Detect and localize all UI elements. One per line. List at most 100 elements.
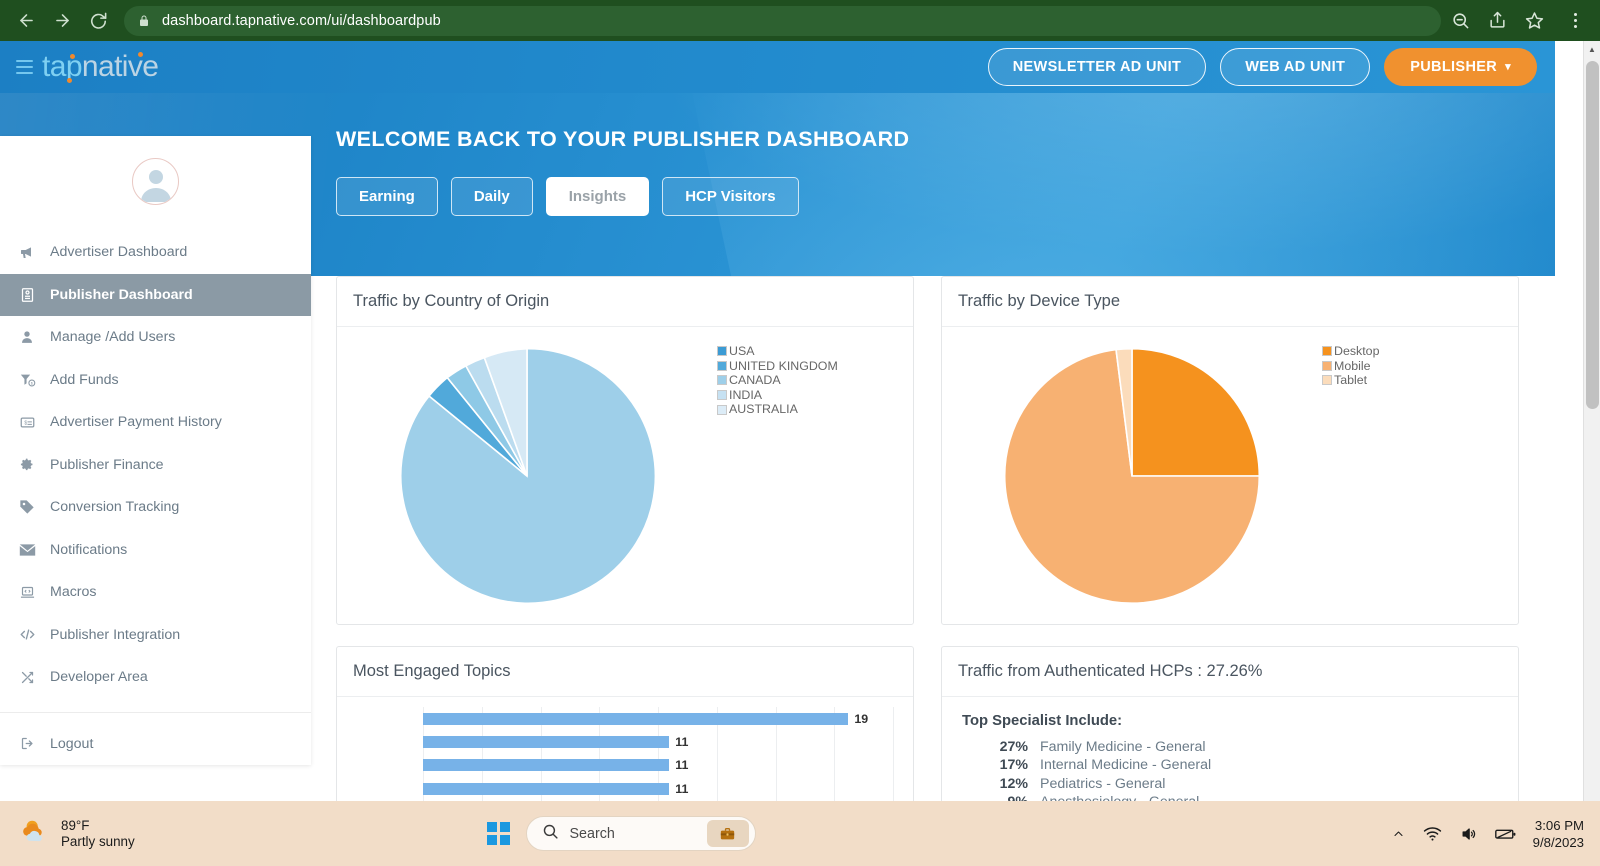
tag-icon xyxy=(14,499,40,515)
sidebar-item-label: Notifications xyxy=(50,541,128,558)
card-title: Traffic from Authenticated HCPs : 27.26% xyxy=(942,647,1518,697)
star-icon[interactable] xyxy=(1525,11,1544,30)
scrollbar-thumb[interactable] xyxy=(1586,61,1599,409)
sidebar-item-notifications[interactable]: Notifications xyxy=(0,529,311,572)
tapnative-logo[interactable]: tapnative xyxy=(0,52,159,83)
sidebar-item-macros[interactable]: Macros xyxy=(0,571,311,614)
legend-item[interactable]: USA xyxy=(717,344,913,359)
legend-item[interactable]: Tablet xyxy=(1322,373,1518,388)
hcp-name: Anesthesiology - General xyxy=(1040,793,1199,801)
legend-swatch xyxy=(1322,360,1332,371)
legend-item[interactable]: Desktop xyxy=(1322,344,1518,359)
weather-widget[interactable]: 89°F Partly sunny xyxy=(0,817,135,850)
publisher-menu-button[interactable]: PUBLISHER ▾ xyxy=(1384,48,1537,86)
bar-value: 11 xyxy=(675,735,689,750)
weather-condition: Partly sunny xyxy=(61,833,135,849)
tab-insights[interactable]: Insights xyxy=(545,177,650,216)
tab-daily[interactable]: Daily xyxy=(450,177,533,216)
card-title: Traffic by Device Type xyxy=(942,277,1518,327)
sidebar-item-label: Conversion Tracking xyxy=(50,499,180,516)
hcp-body: Top Specialist Include: 27% Family Medici… xyxy=(942,697,1518,801)
clock[interactable]: 3:06 PM 9/8/2023 xyxy=(1533,817,1584,851)
laptop-code-icon xyxy=(14,585,40,600)
megaphone-icon xyxy=(14,244,40,260)
reload-icon[interactable] xyxy=(82,5,114,37)
search-placeholder: Search xyxy=(569,825,615,842)
card-traffic-by-country: Traffic by Country of Origin USA UNITED … xyxy=(336,276,914,625)
search-input[interactable]: Search xyxy=(525,816,756,851)
device-pie-chart[interactable] xyxy=(998,342,1266,610)
bar-row[interactable]: 11 xyxy=(423,777,893,800)
zoom-out-icon[interactable] xyxy=(1451,11,1470,30)
sidebar-item-conversion-tracking[interactable]: Conversion Tracking xyxy=(0,486,311,529)
newsletter-ad-unit-button[interactable]: NEWSLETTER AD UNIT xyxy=(987,48,1207,86)
bar-row[interactable]: 11 xyxy=(423,730,893,753)
main-content: Traffic by Country of Origin USA UNITED … xyxy=(311,276,1555,801)
windows-start-icon[interactable] xyxy=(487,822,510,845)
sidebar-item-label: Advertiser Dashboard xyxy=(50,244,188,261)
wifi-icon[interactable] xyxy=(1423,826,1442,842)
kebab-menu-icon[interactable] xyxy=(1560,6,1590,36)
bar-value: 11 xyxy=(675,781,689,796)
page-scrollbar[interactable]: ▲ xyxy=(1583,41,1600,801)
scroll-up-arrow-icon[interactable]: ▲ xyxy=(1584,41,1600,58)
chevron-down-icon: ▾ xyxy=(1505,60,1511,73)
legend-item[interactable]: UNITED KINGDOM xyxy=(717,359,913,374)
avatar[interactable] xyxy=(132,158,179,205)
bar-row[interactable]: 11 xyxy=(423,754,893,777)
sidebar-item-add-funds[interactable]: $ Add Funds xyxy=(0,359,311,402)
sidebar-item-label: Logout xyxy=(50,735,94,752)
country-pie-holder xyxy=(337,342,717,610)
sidebar: Advertiser Dashboard Publisher Dashboard… xyxy=(0,136,311,765)
back-arrow-icon[interactable] xyxy=(10,5,42,37)
chevron-up-icon[interactable] xyxy=(1391,828,1406,840)
sidebar-item-developer-area[interactable]: Developer Area xyxy=(0,656,311,699)
url-path: /ui/dashboardpub xyxy=(327,12,441,29)
sidebar-item-label: Manage /Add Users xyxy=(50,329,176,346)
tab-earning[interactable]: Earning xyxy=(336,177,438,216)
device-pie-holder xyxy=(942,342,1322,610)
hamburger-menu-icon[interactable] xyxy=(16,59,33,75)
lock-icon xyxy=(138,14,150,28)
sidebar-item-logout[interactable]: Logout xyxy=(0,723,311,766)
sidebar-item-manage-add-users[interactable]: Manage /Add Users xyxy=(0,316,311,359)
address-bar[interactable]: dashboard.tapnative.com/ui/dashboardpub xyxy=(124,5,1441,36)
bar-row[interactable]: 19 xyxy=(423,707,893,730)
speaker-icon[interactable] xyxy=(1459,826,1478,842)
system-tray: 3:06 PM 9/8/2023 xyxy=(1391,817,1584,851)
briefcase-icon[interactable] xyxy=(706,820,749,847)
weather-temperature: 89°F xyxy=(61,817,90,833)
sidebar-item-publisher-finance[interactable]: Publisher Finance xyxy=(0,444,311,487)
country-pie-chart[interactable] xyxy=(393,342,661,610)
legend-label: INDIA xyxy=(729,387,763,402)
legend-item[interactable]: AUSTRALIA xyxy=(717,402,913,417)
weather-text: 89°F Partly sunny xyxy=(61,818,135,850)
user-icon xyxy=(14,329,40,345)
legend-item[interactable]: CANADA xyxy=(717,373,913,388)
browser-toolbar: dashboard.tapnative.com/ui/dashboardpub xyxy=(0,0,1600,41)
legend-label: Desktop xyxy=(1334,344,1380,358)
sidebar-item-advertiser-dashboard[interactable]: Advertiser Dashboard xyxy=(0,231,311,274)
battery-icon[interactable] xyxy=(1494,827,1516,841)
svg-text:$: $ xyxy=(30,380,33,385)
legend-item[interactable]: Mobile xyxy=(1322,359,1518,374)
sidebar-item-publisher-dashboard[interactable]: Publisher Dashboard xyxy=(0,273,311,316)
app-header: tapnative NEWSLETTER AD UNIT WEB AD UNIT… xyxy=(0,41,1555,93)
legend-item[interactable]: INDIA xyxy=(717,388,913,403)
sidebar-item-advertiser-payment-history[interactable]: $ Advertiser Payment History xyxy=(0,401,311,444)
list-item: 27% Family Medicine - General xyxy=(962,738,1498,756)
hcp-percent: 17% xyxy=(999,757,1028,774)
web-ad-unit-button[interactable]: WEB AD UNIT xyxy=(1220,48,1371,86)
topics-bar-plot[interactable]: 19 11 11 11 11 xyxy=(423,707,894,801)
forward-arrow-icon[interactable] xyxy=(46,5,78,37)
legend-swatch xyxy=(717,346,727,357)
shuffle-icon xyxy=(14,670,40,685)
legend-label: USA xyxy=(729,344,755,358)
search-icon xyxy=(542,823,559,845)
charts-row-2: Most Engaged Topics 19 11 11 11 Traffic … xyxy=(311,646,1555,801)
share-icon[interactable] xyxy=(1488,11,1507,30)
sidebar-item-publisher-integration[interactable]: Publisher Integration xyxy=(0,614,311,657)
tab-hcp-visitors[interactable]: HCP Visitors xyxy=(662,177,799,216)
url-host: dashboard.tapnative.com xyxy=(162,12,328,29)
topics-bar-body: 19 11 11 11 11 xyxy=(337,697,913,801)
